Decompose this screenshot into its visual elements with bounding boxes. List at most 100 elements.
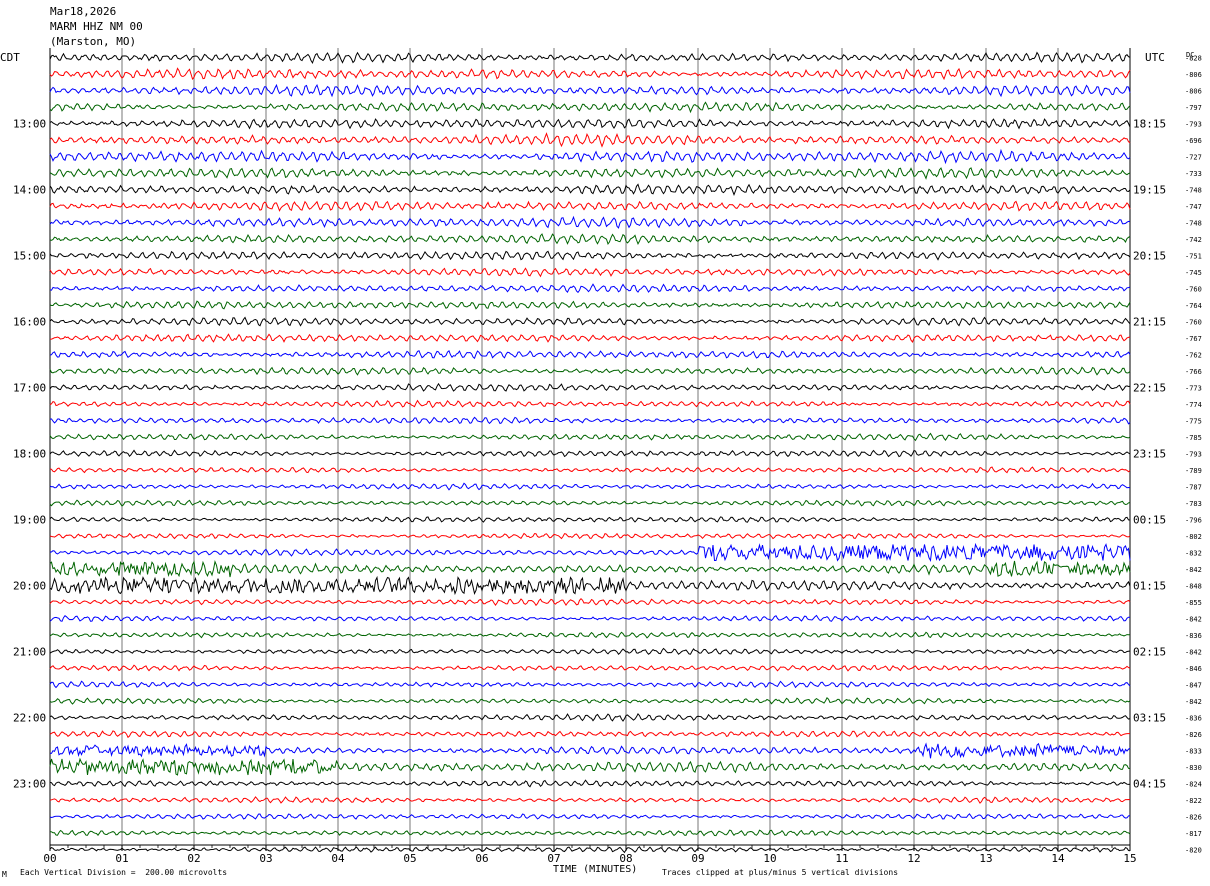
seismic-trace [49, 148, 1131, 165]
cdt-hour-label: 23:00 [13, 778, 46, 791]
dc-offset-label: -793 [1185, 451, 1202, 459]
x-tick-label: 04 [331, 852, 345, 865]
dc-offset-label: -748 [1185, 187, 1202, 195]
cdt-hour-label: 18:00 [13, 448, 46, 461]
dc-offset-label: -751 [1185, 253, 1202, 261]
utc-hour-label: 02:15 [1133, 646, 1166, 659]
dc-offset-label: -785 [1185, 434, 1202, 442]
dc-offset-label: -846 [1185, 665, 1202, 673]
seismic-trace [49, 349, 1131, 360]
dc-offset-label: -802 [1185, 533, 1202, 541]
dc-offset-label: -775 [1185, 418, 1202, 426]
dc-offset-label: -832 [1185, 550, 1202, 558]
helicorder-plot: 00 01 02 03 04 05 06 07 08 09 10 11 12 13 14 15CDT UTC DC… [0, 48, 1202, 865]
dc-offset-label: -774 [1185, 401, 1202, 409]
x-tick-label: 05 [403, 852, 416, 865]
dc-offset-label: -797 [1185, 104, 1202, 112]
x-tick-label: 15 [1123, 852, 1136, 865]
cdt-hour-label: 14:00 [13, 184, 46, 197]
dc-offset-label: -842 [1185, 616, 1202, 624]
dc-offset-label: -820 [1185, 847, 1202, 855]
seismic-trace [49, 366, 1131, 376]
seismic-trace [49, 542, 1131, 562]
location-label: (Marston, MO) [50, 35, 137, 48]
x-tick-label: 03 [259, 852, 272, 865]
seismic-trace [49, 333, 1131, 343]
seismic-trace [49, 316, 1131, 327]
dc-offset-label: -833 [1185, 748, 1202, 756]
dc-offset-label: -842 [1185, 649, 1202, 657]
seismic-trace [49, 101, 1131, 114]
seismic-trace [49, 449, 1131, 458]
seismic-trace [49, 730, 1131, 739]
cdt-hour-label: 15:00 [13, 250, 46, 263]
dc-offset-label: -847 [1185, 682, 1202, 690]
cdt-hour-label: 13:00 [13, 118, 46, 131]
x-tick-label: 06 [475, 852, 488, 865]
seismic-trace [49, 267, 1131, 278]
corner-mark: M [2, 870, 7, 879]
seismic-trace [49, 300, 1131, 310]
x-axis-title: TIME (MINUTES) [553, 864, 638, 875]
utc-hour-label: 03:15 [1133, 712, 1166, 725]
dc-offset-label: -764 [1185, 302, 1202, 310]
cdt-hour-label: 21:00 [13, 646, 46, 659]
dc-offset-label: -762 [1185, 352, 1202, 360]
dc-offset-label: -766 [1185, 368, 1202, 376]
utc-hour-label: 18:15 [1133, 118, 1166, 131]
scale-note: Each Vertical Division = 200.00 microvol… [20, 868, 228, 877]
dc-offset-label: -747 [1185, 203, 1202, 211]
seismic-trace [49, 83, 1131, 98]
seismic-trace [49, 532, 1131, 540]
seismic-trace [49, 647, 1131, 655]
seismic-trace [49, 466, 1131, 474]
dc-offset-label: -836 [1185, 632, 1202, 640]
dc-offset-label: -748 [1185, 220, 1202, 228]
seismic-trace [49, 813, 1131, 820]
utc-hour-label: 01:15 [1133, 580, 1166, 593]
dc-offset-label: -826 [1185, 731, 1202, 739]
cdt-hour-label: 17:00 [13, 382, 46, 395]
utc-hour-label: 19:15 [1133, 184, 1166, 197]
date-label: Mar18,2026 [50, 5, 117, 18]
seismic-trace [49, 200, 1131, 212]
x-tick-label: 12 [907, 852, 920, 865]
dc-offset-label: -760 [1185, 319, 1202, 327]
dc-offset-label: -727 [1185, 154, 1202, 162]
seismic-trace [49, 51, 1131, 65]
seismic-trace [49, 559, 1131, 578]
seismic-trace [49, 416, 1131, 425]
dc-offset-label: -773 [1185, 385, 1202, 393]
seismic-trace [49, 167, 1131, 180]
x-tick-label: 11 [835, 852, 848, 865]
cdt-label: CDT [0, 51, 20, 64]
seismic-trace [49, 183, 1131, 196]
cdt-hour-label: 20:00 [13, 580, 46, 593]
seismic-trace [49, 664, 1131, 672]
seismic-trace [49, 796, 1131, 804]
dc-offset-label: -826 [1185, 814, 1202, 822]
dc-offset-label: -822 [1185, 797, 1202, 805]
dc-offset-label: -696 [1185, 137, 1202, 145]
seismic-trace [49, 499, 1131, 507]
dc-offset-label: -742 [1185, 236, 1202, 244]
seismic-trace [49, 250, 1131, 261]
dc-offset-label: -767 [1185, 335, 1202, 343]
seismic-trace [49, 233, 1131, 245]
seismic-trace [49, 283, 1131, 294]
seismic-trace [49, 680, 1131, 689]
seismic-trace [49, 382, 1131, 392]
x-tick-label: 13 [979, 852, 992, 865]
dc-offset-label: -824 [1185, 781, 1202, 789]
seismic-trace [49, 432, 1131, 442]
x-tick-label: 09 [691, 852, 704, 865]
seismic-trace [49, 742, 1131, 759]
station-label: MARM HHZ NM 00 [50, 20, 143, 33]
utc-label: UTC [1145, 51, 1165, 64]
dc-offset-label: -806 [1185, 88, 1202, 96]
utc-hour-label: 23:15 [1133, 448, 1166, 461]
dc-offset-label: -789 [1185, 467, 1202, 475]
dc-offset-label: -733 [1185, 170, 1202, 178]
x-tick-label: 14 [1051, 852, 1065, 865]
x-tick-label: 10 [763, 852, 776, 865]
